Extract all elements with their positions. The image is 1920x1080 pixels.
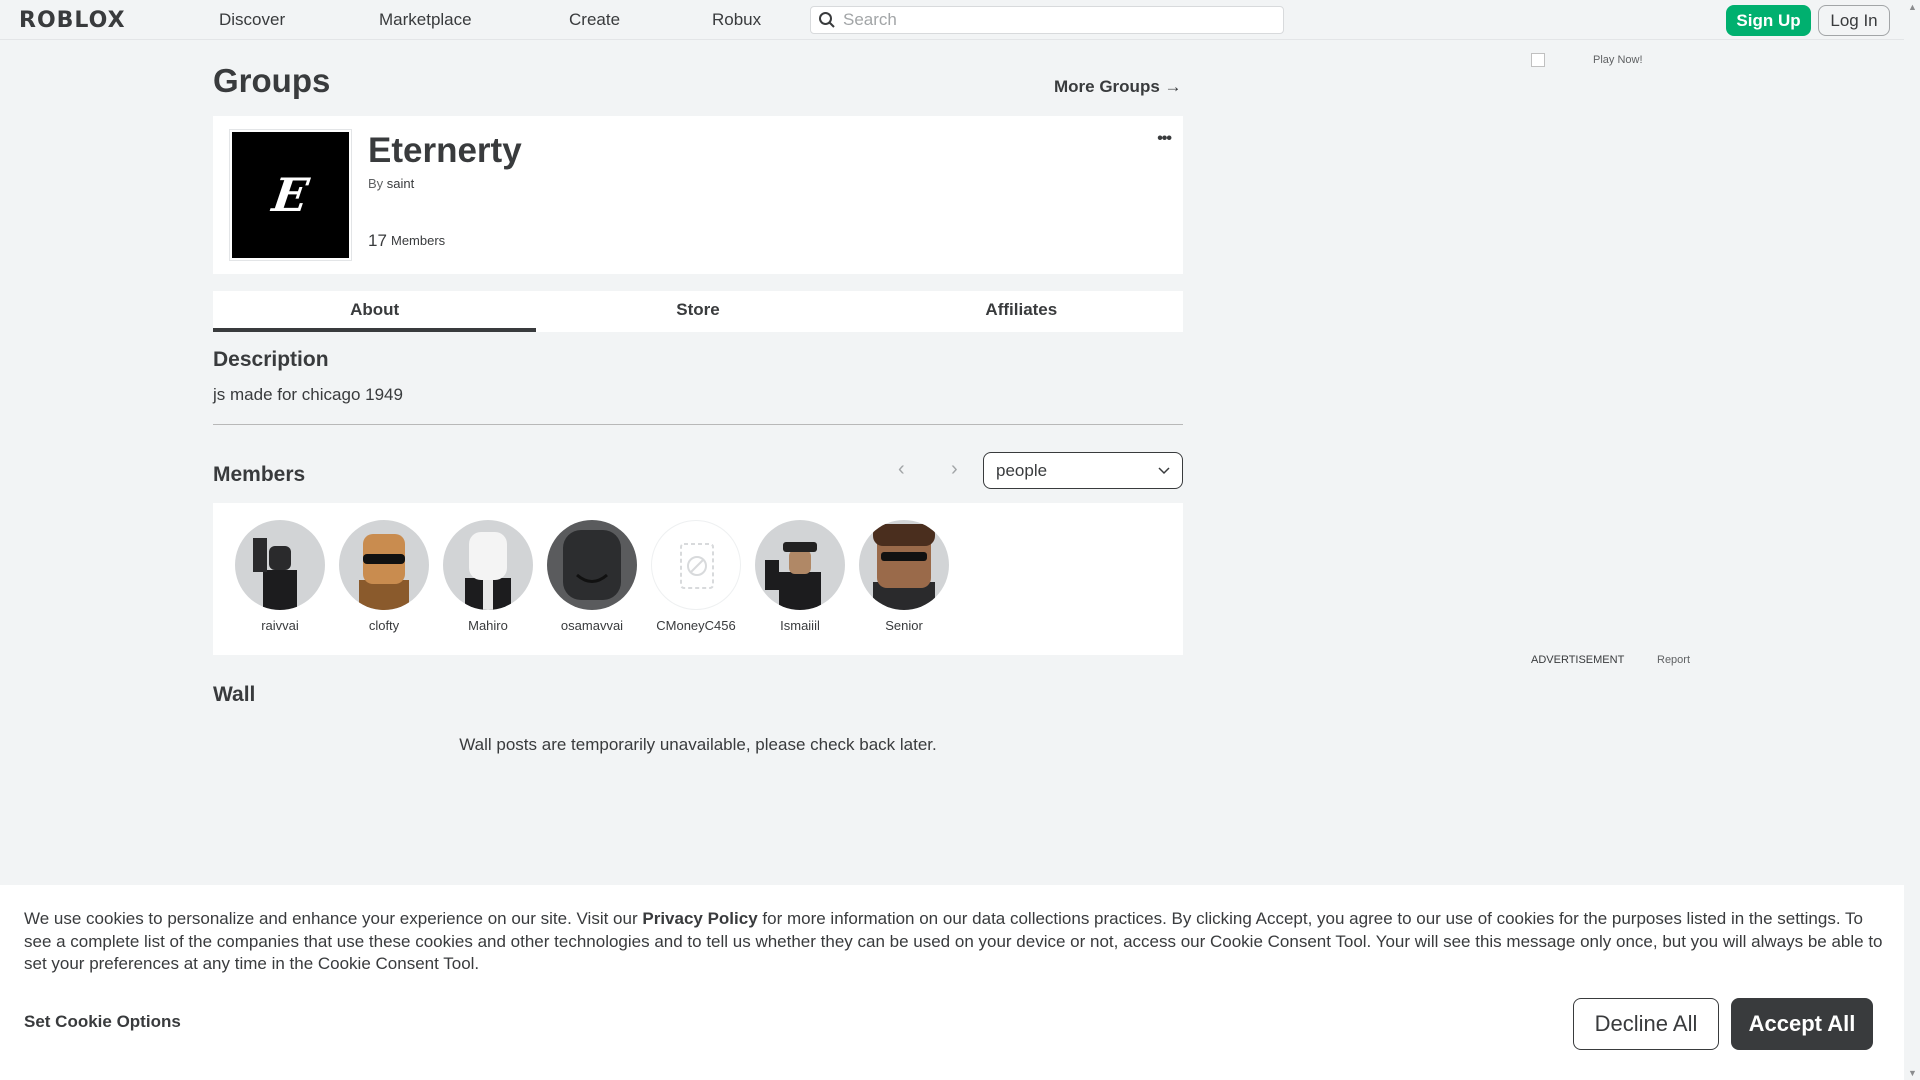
group-name: Eternerty xyxy=(368,131,522,170)
avatar xyxy=(547,520,637,610)
member-item[interactable]: osamavvai xyxy=(540,520,644,633)
avatar xyxy=(443,520,533,610)
advertisement-label: ADVERTISEMENT xyxy=(1531,654,1625,666)
member-item[interactable]: Mahiro xyxy=(436,520,540,633)
search-icon xyxy=(819,12,835,28)
sign-up-button[interactable]: Sign Up xyxy=(1726,5,1811,36)
nav-discover[interactable]: Discover xyxy=(219,10,285,30)
owner-name-link[interactable]: saint xyxy=(387,176,414,191)
group-tabs: About Store Affiliates xyxy=(213,291,1183,332)
member-name: Senior xyxy=(885,618,923,633)
cookie-banner: We use cookies to personalize and enhanc… xyxy=(0,885,1904,1080)
more-groups-link[interactable]: More Groups → xyxy=(1054,77,1182,97)
search-box[interactable] xyxy=(810,6,1284,34)
wall-heading: Wall xyxy=(213,683,256,706)
scroll-up-icon[interactable]: ▲ xyxy=(1908,2,1917,12)
avatar xyxy=(339,520,429,610)
member-name: clofty xyxy=(368,618,400,633)
avatar xyxy=(755,520,845,610)
nav-robux[interactable]: Robux xyxy=(712,10,761,30)
section-divider xyxy=(213,424,1183,425)
avatar xyxy=(859,520,949,610)
members-next-icon[interactable]: › xyxy=(951,458,958,481)
members-prev-icon[interactable]: ‹ xyxy=(898,458,905,481)
member-count-label: Members xyxy=(391,233,446,248)
members-list: raivvai clofty Mahiro osamavvai CMoneyC4… xyxy=(213,503,1183,655)
scroll-down-icon[interactable]: ▼ xyxy=(1908,1068,1917,1078)
tab-affiliates[interactable]: Affiliates xyxy=(860,291,1183,332)
ad-alt-text[interactable]: Play Now! xyxy=(1593,54,1643,66)
member-item[interactable]: clofty xyxy=(332,520,436,633)
member-name: raivvai xyxy=(261,618,299,633)
roblox-logo[interactable]: ROBLOX xyxy=(19,8,126,33)
description-heading: Description xyxy=(213,348,329,371)
description-text: js made for chicago 1949 xyxy=(213,385,403,404)
accept-all-button[interactable]: Accept All xyxy=(1731,998,1873,1050)
role-dropdown-value: people xyxy=(996,461,1048,480)
page-scrollbar[interactable]: ▲ ▼ xyxy=(1904,0,1920,1080)
tab-store[interactable]: Store xyxy=(536,291,859,332)
cookie-message: We use cookies to personalize and enhanc… xyxy=(24,908,1884,976)
decline-all-button[interactable]: Decline All xyxy=(1573,998,1719,1050)
group-header-card: E Eternerty By saint 17 Members ••• xyxy=(213,116,1183,274)
role-dropdown[interactable]: people xyxy=(983,452,1183,489)
search-input[interactable] xyxy=(843,10,1273,30)
member-name: CMoneyC456 xyxy=(656,618,736,633)
group-emblem-letter: E xyxy=(269,168,312,222)
set-cookie-options-link[interactable]: Set Cookie Options xyxy=(24,1012,181,1032)
member-item[interactable]: Senior xyxy=(852,520,956,633)
chevron-down-icon xyxy=(1158,467,1170,475)
member-item[interactable]: raivvai xyxy=(228,520,332,633)
owner-by-label: By xyxy=(368,176,384,191)
group-owner: By saint xyxy=(368,176,414,191)
broken-image-icon[interactable] xyxy=(1531,53,1545,67)
log-in-button[interactable]: Log In xyxy=(1818,5,1890,36)
more-options-icon[interactable]: ••• xyxy=(1157,130,1172,148)
nav-marketplace[interactable]: Marketplace xyxy=(379,10,472,30)
tab-about[interactable]: About xyxy=(213,291,537,332)
privacy-policy-link[interactable]: Privacy Policy xyxy=(642,909,757,928)
member-item[interactable]: CMoneyC456 xyxy=(644,520,748,633)
member-item[interactable]: Ismaiiil xyxy=(748,520,852,633)
member-name: Mahiro xyxy=(468,618,508,633)
top-navigation-bar: ROBLOX Discover Marketplace Create Robux… xyxy=(0,0,1904,40)
page-title: Groups xyxy=(213,62,331,99)
avatar xyxy=(235,520,325,610)
members-heading: Members xyxy=(213,463,306,486)
member-count: 17 xyxy=(368,231,387,250)
nav-create[interactable]: Create xyxy=(569,10,620,30)
member-name: Ismaiiil xyxy=(780,618,820,633)
wall-unavailable-message: Wall posts are temporarily unavailable, … xyxy=(459,735,937,754)
avatar xyxy=(651,520,741,610)
ad-report-link[interactable]: Report xyxy=(1657,654,1690,666)
group-emblem: E xyxy=(229,129,352,261)
cookie-text-before: We use cookies to personalize and enhanc… xyxy=(24,909,643,928)
member-name: osamavvai xyxy=(560,618,624,633)
